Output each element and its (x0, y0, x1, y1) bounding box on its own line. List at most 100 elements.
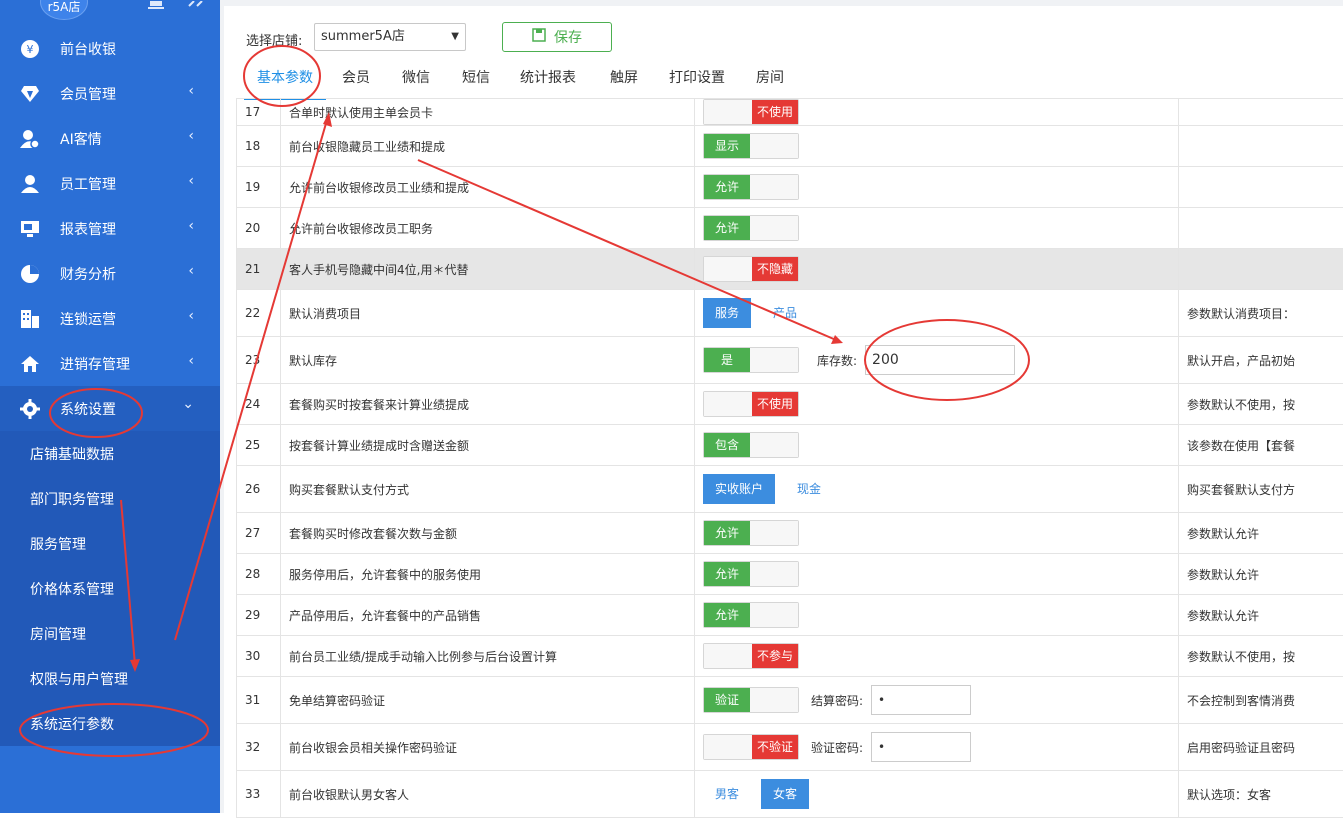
row-param-name: 购买套餐默认支付方式 (281, 466, 695, 513)
row-number: 19 (237, 167, 281, 208)
submenu-services[interactable]: 服务管理 (0, 521, 220, 566)
monitor-icon (20, 219, 40, 239)
toggle-switch[interactable]: 显示 (703, 133, 799, 159)
toggle-switch[interactable]: 允许 (703, 520, 799, 546)
menu-label: 员工管理 (60, 174, 116, 194)
row-value: 不使用 (695, 384, 1179, 425)
sidebar: r5A店 ¥ 前台收银 会员管理 ‹ AI客情 ‹ 员工管理 ‹ 报表管理 ‹ … (0, 0, 220, 813)
menu-inventory[interactable]: 进销存管理 ‹ (0, 341, 220, 386)
store-avatar[interactable]: r5A店 (40, 0, 88, 20)
menu-chain[interactable]: 连锁运营 ‹ (0, 296, 220, 341)
toggle-switch[interactable]: 允许 (703, 174, 799, 200)
chevron-left-icon: ‹ (188, 263, 194, 279)
main-area: 选择店铺: summer5A店 ▼ 保存 基本参数 会员 微信 短信 统计报表 … (220, 0, 1343, 813)
stock-input[interactable]: 200 (865, 345, 1015, 375)
row-param-name: 客人手机号隐藏中间4位,用＊代替 (281, 249, 695, 290)
submenu-pricing[interactable]: 价格体系管理 (0, 566, 220, 611)
collapse-icon[interactable] (186, 0, 204, 15)
toggle-switch[interactable]: 不隐藏 (703, 256, 799, 282)
menu-cashier[interactable]: ¥ 前台收银 (0, 26, 220, 71)
row-param-name: 前台收银隐藏员工业绩和提成 (281, 126, 695, 167)
row-param-name: 产品停用后，允许套餐中的产品销售 (281, 595, 695, 636)
menu-reports[interactable]: 报表管理 ‹ (0, 206, 220, 251)
toggle-switch[interactable]: 验证 (703, 687, 799, 713)
submenu-store-data[interactable]: 店铺基础数据 (0, 431, 220, 476)
menu-system-settings[interactable]: 系统设置 ⌄ (0, 386, 220, 431)
chevron-left-icon: ‹ (188, 308, 194, 324)
toggle-switch[interactable]: 是 (703, 347, 799, 373)
menu-label: 系统设置 (60, 399, 116, 419)
table-row: 17 合单时默认使用主单会员卡 不使用 (237, 99, 1343, 126)
table-row: 29 产品停用后，允许套餐中的产品销售 允许 参数默认允许 (237, 595, 1343, 636)
toggle-switch[interactable]: 不使用 (703, 99, 799, 125)
menu-member[interactable]: 会员管理 ‹ (0, 71, 220, 116)
params-table-wrap: 17 合单时默认使用主单会员卡 不使用 18 前台收银隐藏员工业绩和提成 显示 … (236, 98, 1343, 819)
row-number: 18 (237, 126, 281, 167)
option-female[interactable]: 女客 (761, 779, 809, 809)
settings-panel: 选择店铺: summer5A店 ▼ 保存 基本参数 会员 微信 短信 统计报表 … (224, 6, 1343, 813)
tab-member[interactable]: 会员 (336, 64, 376, 98)
row-note: 启用密码验证且密码 (1179, 724, 1343, 771)
settle-password-input[interactable]: • (871, 685, 971, 715)
system-settings-submenu: 店铺基础数据 部门职务管理 服务管理 价格体系管理 房间管理 权限与用户管理 系… (0, 431, 220, 746)
row-value: 允许 (695, 208, 1179, 249)
menu-label: 报表管理 (60, 219, 116, 239)
row-param-name: 套餐购买时修改套餐次数与金额 (281, 513, 695, 554)
chevron-down-icon: ⌄ (182, 396, 194, 412)
toggle-switch[interactable]: 不验证 (703, 734, 799, 760)
tab-print[interactable]: 打印设置 (664, 64, 730, 98)
tab-room[interactable]: 房间 (750, 64, 790, 98)
row-value: 男客女客 (695, 771, 1179, 818)
toggle-switch[interactable]: 包含 (703, 432, 799, 458)
menu-ai[interactable]: AI客情 ‹ (0, 116, 220, 161)
option-cash[interactable]: 现金 (785, 474, 833, 504)
row-note (1179, 99, 1343, 126)
tab-stats[interactable]: 统计报表 (516, 64, 580, 98)
submenu-permissions[interactable]: 权限与用户管理 (0, 656, 220, 701)
row-note: 参数默认消费项目： (1179, 290, 1343, 337)
menu-finance[interactable]: 财务分析 ‹ (0, 251, 220, 296)
verify-password-label: 验证密码: (811, 739, 863, 756)
tab-wechat[interactable]: 微信 (396, 64, 436, 98)
chevron-left-icon: ‹ (188, 128, 194, 144)
option-male[interactable]: 男客 (703, 779, 751, 809)
stock-label: 库存数: (817, 352, 857, 369)
toggle-switch[interactable]: 允许 (703, 602, 799, 628)
tab-touch[interactable]: 触屏 (604, 64, 644, 98)
row-note (1179, 208, 1343, 249)
option-service[interactable]: 服务 (703, 298, 751, 328)
row-number: 28 (237, 554, 281, 595)
bell-icon[interactable] (148, 0, 164, 15)
table-row: 32 前台收银会员相关操作密码验证 不验证验证密码:• 启用密码验证且密码 (237, 724, 1343, 771)
row-param-name: 套餐购买时按套餐来计算业绩提成 (281, 384, 695, 425)
row-value: 服务产品 (695, 290, 1179, 337)
toggle-switch[interactable]: 允许 (703, 561, 799, 587)
row-value: 不验证验证密码: • (695, 724, 1179, 771)
caret-down-icon: ▼ (451, 24, 459, 50)
menu-staff[interactable]: 员工管理 ‹ (0, 161, 220, 206)
option-actual-account[interactable]: 实收账户 (703, 474, 775, 504)
row-number: 25 (237, 425, 281, 466)
table-row: 19 允许前台收银修改员工业绩和提成 允许 (237, 167, 1343, 208)
toggle-switch[interactable]: 不使用 (703, 391, 799, 417)
tab-sms[interactable]: 短信 (456, 64, 496, 98)
toggle-switch[interactable]: 允许 (703, 215, 799, 241)
option-product[interactable]: 产品 (761, 298, 809, 328)
submenu-departments[interactable]: 部门职务管理 (0, 476, 220, 521)
toggle-switch[interactable]: 不参与 (703, 643, 799, 669)
store-select[interactable]: summer5A店 ▼ (314, 23, 466, 51)
chevron-left-icon: ‹ (188, 218, 194, 234)
tab-basic[interactable]: 基本参数 (244, 64, 326, 100)
tab-bar: 基本参数 会员 微信 短信 统计报表 触屏 打印设置 房间 (240, 64, 1343, 99)
sidebar-header: r5A店 (0, 0, 220, 26)
store-label: 选择店铺: (246, 30, 302, 49)
row-value: 允许 (695, 513, 1179, 554)
pie-icon (20, 264, 40, 284)
save-button[interactable]: 保存 (502, 22, 612, 52)
table-row: 26 购买套餐默认支付方式 实收账户现金 购买套餐默认支付方 (237, 466, 1343, 513)
submenu-rooms[interactable]: 房间管理 (0, 611, 220, 656)
submenu-runtime-params[interactable]: 系统运行参数 (0, 701, 220, 746)
gear-icon (20, 399, 40, 419)
row-note: 该参数在使用【套餐 (1179, 425, 1343, 466)
verify-password-input[interactable]: • (871, 732, 971, 762)
